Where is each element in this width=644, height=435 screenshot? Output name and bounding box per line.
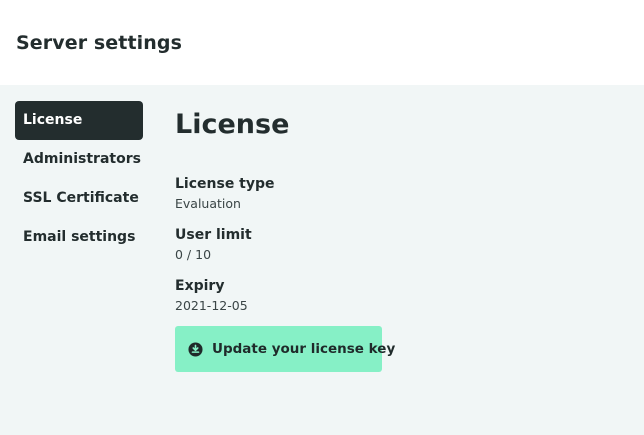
sidebar-item-email-settings[interactable]: Email settings bbox=[15, 218, 143, 257]
settings-content: License Administrators SSL Certificate E… bbox=[0, 85, 644, 435]
sidebar-item-ssl-certificate[interactable]: SSL Certificate bbox=[15, 179, 143, 218]
user-limit-field: User limit 0 / 10 bbox=[175, 226, 252, 264]
page-header-title: Server settings bbox=[16, 32, 183, 54]
page-title: License bbox=[175, 109, 290, 140]
update-license-key-label: Update your license key bbox=[212, 341, 396, 357]
download-icon bbox=[188, 341, 203, 357]
settings-sidebar: License Administrators SSL Certificate E… bbox=[15, 101, 143, 257]
sidebar-item-administrators[interactable]: Administrators bbox=[15, 140, 143, 179]
page-header: Server settings bbox=[0, 0, 644, 85]
user-limit-label: User limit bbox=[175, 227, 252, 243]
license-panel: License License type Evaluation User lim… bbox=[175, 107, 615, 372]
update-license-key-button[interactable]: Update your license key bbox=[175, 326, 395, 372]
license-type-value: Evaluation bbox=[175, 196, 241, 211]
sidebar-item-license[interactable]: License bbox=[15, 101, 143, 140]
license-type-label: License type bbox=[175, 176, 275, 192]
expiry-label: Expiry bbox=[175, 278, 225, 294]
expiry-field: Expiry 2021-12-05 bbox=[175, 277, 248, 315]
user-limit-value: 0 / 10 bbox=[175, 247, 212, 262]
license-type-field: License type Evaluation bbox=[175, 175, 275, 213]
expiry-value: 2021-12-05 bbox=[175, 298, 248, 313]
